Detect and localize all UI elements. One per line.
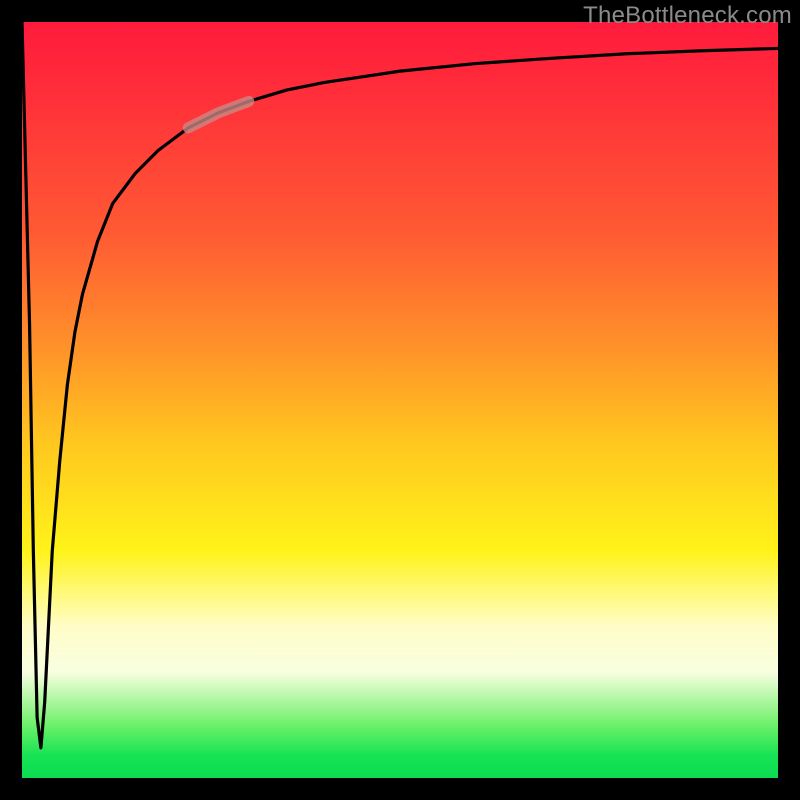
plot-area <box>22 22 778 778</box>
chart-frame: TheBottleneck.com <box>0 0 800 800</box>
watermark-text: TheBottleneck.com <box>583 2 792 30</box>
curve-highlight-marker <box>188 101 248 127</box>
bottleneck-curve <box>22 22 778 748</box>
curve-svg <box>22 22 778 778</box>
